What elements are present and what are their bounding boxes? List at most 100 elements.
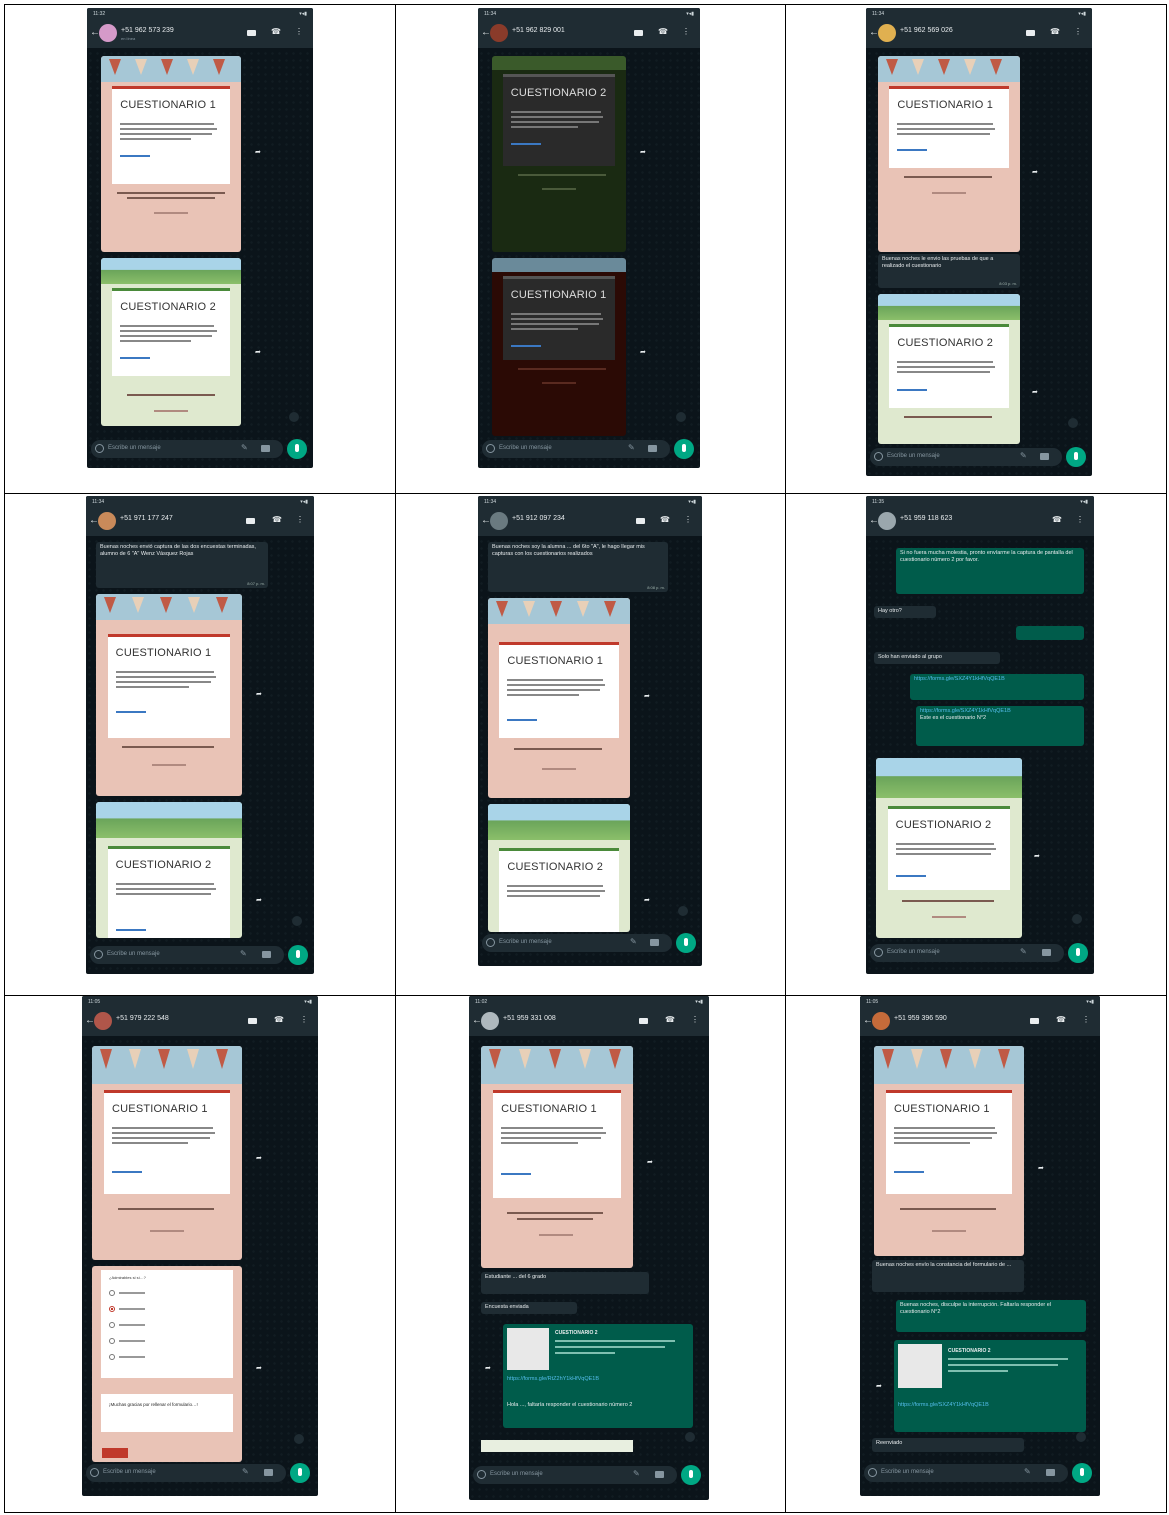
radio-option-selected[interactable] <box>109 1306 115 1312</box>
incoming-message[interactable]: Hay otro? <box>874 606 936 618</box>
forward-icon[interactable]: ➦ <box>1032 168 1038 176</box>
forward-icon[interactable]: ➦ <box>640 148 646 156</box>
edit-response-link[interactable] <box>120 155 151 157</box>
outgoing-link-preview[interactable]: CUESTIONARIO 2 https://forms.gle/SXZ4Y1k… <box>894 1340 1086 1432</box>
back-arrow-icon[interactable]: ← <box>90 28 100 38</box>
message-input[interactable]: Escribe un mensaje <box>499 445 552 451</box>
mic-button[interactable] <box>288 945 308 965</box>
forward-icon[interactable]: ➦ <box>485 1364 491 1372</box>
message-input[interactable]: Escribe un mensaje <box>887 949 940 955</box>
back-arrow-icon[interactable]: ← <box>85 1016 95 1026</box>
attach-icon[interactable]: ✎ <box>630 938 637 946</box>
edit-response-link[interactable] <box>510 345 541 347</box>
contact-number[interactable]: +51 959 396 590 <box>894 1015 947 1022</box>
phone-call-icon[interactable]: ☎ <box>1050 28 1060 36</box>
avatar[interactable] <box>98 512 116 530</box>
phone-call-icon[interactable]: ☎ <box>665 1016 675 1024</box>
back-arrow-icon[interactable]: ← <box>472 1016 482 1026</box>
message-input[interactable]: Escribe un mensaje <box>490 1471 543 1477</box>
back-arrow-icon[interactable]: ← <box>869 516 879 526</box>
emoji-icon[interactable] <box>874 452 883 461</box>
attach-icon[interactable]: ✎ <box>628 444 635 452</box>
scroll-down-button[interactable] <box>289 412 299 422</box>
quoted-link[interactable]: https://forms.gle/SXZ4Y1kHfVqQE1B <box>920 708 1011 714</box>
form-screenshot[interactable]: CUESTIONARIO 2 <box>101 258 241 426</box>
scroll-down-button[interactable] <box>1068 418 1078 428</box>
emoji-icon[interactable] <box>874 948 883 957</box>
camera-icon[interactable] <box>648 445 657 452</box>
contact-number[interactable]: +51 971 177 247 <box>120 515 173 522</box>
attach-icon[interactable]: ✎ <box>241 444 248 452</box>
attach-icon[interactable]: ✎ <box>1020 452 1027 460</box>
video-call-icon[interactable] <box>247 30 256 36</box>
avatar[interactable] <box>94 1012 112 1030</box>
scroll-down-button[interactable] <box>678 906 688 916</box>
mic-button[interactable] <box>681 1465 701 1485</box>
edit-response-link[interactable] <box>895 875 926 877</box>
back-arrow-icon[interactable]: ← <box>863 1016 873 1026</box>
radio-option[interactable] <box>109 1338 115 1344</box>
survey-screenshot[interactable]: ¿Admirables si sí…? ¡Muchas gracias por … <box>92 1266 242 1462</box>
camera-icon[interactable] <box>1042 949 1051 956</box>
forward-icon[interactable]: ➦ <box>256 1154 262 1162</box>
contact-number[interactable]: +51 959 331 008 <box>503 1015 556 1022</box>
more-options-icon[interactable]: ⋮ <box>1082 1015 1090 1025</box>
back-arrow-icon[interactable]: ← <box>869 28 879 38</box>
forward-icon[interactable]: ➦ <box>1038 1164 1044 1172</box>
contact-number[interactable]: +51 979 222 548 <box>116 1015 169 1022</box>
camera-icon[interactable] <box>1046 1469 1055 1476</box>
mic-button[interactable] <box>676 933 696 953</box>
form-link[interactable]: https://forms.gle/SXZ4Y1kHfVqQE1B <box>914 676 1005 682</box>
form-screenshot[interactable]: CUESTIONARIO 2 <box>878 294 1020 444</box>
edit-response-link[interactable] <box>894 1171 924 1173</box>
emoji-icon[interactable] <box>477 1470 486 1479</box>
contact-number[interactable]: +51 962 829 001 <box>512 27 565 34</box>
attach-icon[interactable]: ✎ <box>242 1468 249 1476</box>
edit-response-link[interactable] <box>501 1173 532 1175</box>
forward-icon[interactable]: ➦ <box>644 692 650 700</box>
phone-call-icon[interactable]: ☎ <box>1056 1016 1066 1024</box>
mic-button[interactable] <box>1072 1463 1092 1483</box>
outgoing-message[interactable]: https://forms.gle/SXZ4Y1kHfVqQE1B <box>910 674 1084 700</box>
form-screenshot[interactable]: CUESTIONARIO 1 <box>874 1046 1024 1256</box>
message-composer[interactable]: Escribe un mensaje ✎ <box>482 440 670 458</box>
outgoing-link-preview[interactable]: CUESTIONARIO 2 https://forms.gle/RtZ2hY1… <box>503 1324 693 1428</box>
form-screenshot[interactable]: CUESTIONARIO 2 <box>492 56 626 252</box>
incoming-message[interactable]: Buenas noches le envio las pruebas de qu… <box>878 254 1020 288</box>
video-call-icon[interactable] <box>1026 30 1035 36</box>
forward-icon[interactable]: ➦ <box>256 896 262 904</box>
outgoing-sticker[interactable] <box>1016 626 1084 640</box>
back-arrow-icon[interactable]: ← <box>481 28 491 38</box>
more-options-icon[interactable]: ⋮ <box>682 27 690 37</box>
phone-call-icon[interactable]: ☎ <box>271 28 281 36</box>
edit-response-link[interactable] <box>507 719 538 721</box>
forward-icon[interactable]: ➦ <box>256 1364 262 1372</box>
message-composer[interactable]: Escribe un mensaje ✎ <box>90 946 284 964</box>
message-input[interactable]: Escribe un mensaje <box>103 1469 156 1475</box>
contact-number[interactable]: +51 962 569 026 <box>900 27 953 34</box>
message-composer[interactable]: Escribe un mensaje ✎ <box>870 944 1064 962</box>
scroll-down-button[interactable] <box>294 1434 304 1444</box>
mic-button[interactable] <box>1066 447 1086 467</box>
form-screenshot[interactable]: CUESTIONARIO 1 <box>96 594 242 796</box>
submit-button[interactable] <box>102 1448 128 1458</box>
emoji-icon[interactable] <box>486 938 495 947</box>
form-screenshot[interactable]: CUESTIONARIO 1 <box>488 598 630 798</box>
message-input[interactable]: Escribe un mensaje <box>499 939 552 945</box>
form-screenshot[interactable]: CUESTIONARIO 2 <box>96 802 242 938</box>
emoji-icon[interactable] <box>868 1468 877 1477</box>
video-call-icon[interactable] <box>246 518 255 524</box>
form-screenshot[interactable]: CUESTIONARIO 2 <box>876 758 1022 938</box>
back-arrow-icon[interactable]: ← <box>481 516 491 526</box>
more-options-icon[interactable]: ⋮ <box>691 1015 699 1025</box>
avatar[interactable] <box>481 1012 499 1030</box>
attach-icon[interactable]: ✎ <box>240 950 247 958</box>
outgoing-message[interactable]: Buenas noches, disculpe la interrupción.… <box>896 1300 1086 1332</box>
scroll-down-button[interactable] <box>676 412 686 422</box>
mic-button[interactable] <box>290 1463 310 1483</box>
video-call-icon[interactable] <box>636 518 645 524</box>
message-input[interactable]: Escribe un mensaje <box>108 445 161 451</box>
avatar[interactable] <box>490 24 508 42</box>
avatar[interactable] <box>878 512 896 530</box>
camera-icon[interactable] <box>262 951 271 958</box>
